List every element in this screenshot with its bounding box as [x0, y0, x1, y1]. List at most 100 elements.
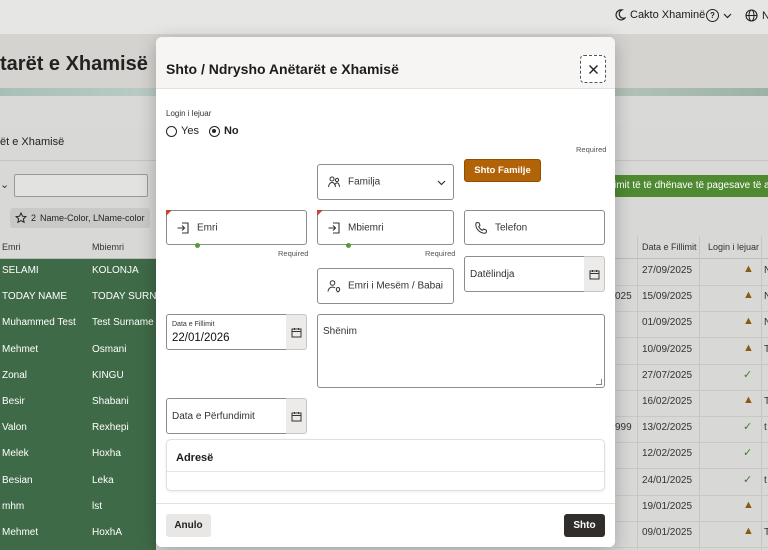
cell-first-name: TODAY NAME	[2, 291, 68, 303]
cell-start-date: 19/01/2025	[642, 500, 693, 512]
calendar-icon	[291, 327, 301, 337]
language-menu[interactable]: N	[745, 9, 768, 22]
dialog-header: Shto / Ndrysho Anëtarët e Xhamisë	[156, 37, 615, 89]
add-family-button[interactable]: Shto Familje	[464, 159, 541, 182]
login-allowed-label: Login i lejuar	[166, 109, 212, 118]
cell-tail: N	[764, 317, 768, 329]
cell-start-date: 09/01/2025	[642, 527, 693, 538]
chevron-down-icon	[723, 13, 732, 19]
close-button[interactable]	[580, 55, 606, 83]
save-button[interactable]: Shto	[564, 514, 605, 537]
cell-first-name: Melek	[2, 448, 29, 460]
dialog-footer: Anulo Shto	[156, 503, 615, 547]
phone-icon	[475, 221, 488, 234]
radio-yes[interactable]	[166, 125, 177, 137]
check-icon: ✓	[743, 473, 753, 486]
member-dialog: Shto / Ndrysho Anëtarët e Xhamisë Login …	[156, 37, 615, 547]
warning-icon: ▲	[743, 289, 754, 302]
cancel-button[interactable]: Anulo	[166, 514, 211, 537]
mosque-selector-label: Cakto Xhaminë	[630, 9, 706, 21]
cell-first-name: Muhammed Test	[2, 317, 76, 329]
moon-icon	[615, 9, 626, 21]
cell-first-name: Besir	[2, 396, 25, 407]
column-chevron-icon[interactable]: ⌄	[0, 178, 9, 191]
cell-tail: T	[764, 396, 768, 407]
radio-no-label[interactable]: No	[224, 125, 239, 137]
cell-last-name: Shabani	[92, 396, 129, 407]
start-date-field[interactable]: Data e Fillimit 22/01/2026	[166, 314, 307, 350]
check-icon: ✓	[743, 368, 753, 381]
emri-label: Emri	[197, 222, 218, 233]
warning-icon: ▲	[743, 394, 754, 406]
end-date-field[interactable]: Data e Përfundimit	[166, 398, 307, 434]
cell-last-name: KOLONJA	[92, 265, 139, 276]
address-divider	[167, 471, 604, 472]
filter-chip[interactable]: 2 Name-Color, LName-color	[10, 208, 150, 228]
login-radio-group: Yes No	[166, 125, 245, 137]
cell-start-date: 15/09/2025	[642, 291, 693, 303]
warning-icon: ▲	[743, 525, 754, 537]
payment-data-button[interactable]: imit të të dhënave të pagesave të anë	[608, 175, 768, 197]
required-hint: Required	[576, 145, 607, 154]
cell-tail: t	[764, 474, 767, 486]
top-bar: Cakto Xhaminë ? N	[0, 0, 768, 34]
emri-field[interactable]: Emri	[166, 210, 307, 245]
telefon-label: Telefon	[495, 222, 528, 233]
datelindja-input[interactable]: Datëlindja	[464, 256, 585, 292]
mbiemri-field[interactable]: Mbiemri	[317, 210, 454, 245]
end-date-input[interactable]: Data e Përfundimit	[166, 398, 287, 434]
cell-extra: 025	[615, 291, 632, 303]
cell-tail: N	[764, 291, 768, 303]
search-input[interactable]	[14, 174, 148, 197]
cell-last-name: Hoxha	[92, 448, 121, 460]
resize-handle[interactable]	[596, 379, 602, 385]
check-icon: ✓	[743, 421, 753, 434]
cell-last-name: Leka	[92, 474, 114, 486]
cell-last-name: KINGU	[92, 369, 124, 381]
telefon-field[interactable]: Telefon	[464, 210, 605, 245]
end-date-calendar-button[interactable]	[286, 398, 307, 434]
cell-start-date: 12/02/2025	[642, 448, 693, 460]
region-title: ët e Xhamisë	[0, 136, 65, 148]
sign-in-icon	[328, 221, 340, 234]
cell-tail: T	[764, 343, 768, 355]
cell-first-name: Besian	[2, 474, 33, 486]
cell-tail: t	[764, 422, 767, 434]
column-header-data-fillimit[interactable]: Data e Fillimit	[642, 236, 697, 258]
familja-select[interactable]: Familja	[317, 164, 454, 200]
datelindja-calendar-button[interactable]	[584, 256, 605, 292]
start-date-input[interactable]: Data e Fillimit 22/01/2026	[166, 314, 287, 350]
cell-extra: 999	[615, 422, 632, 434]
column-header-emri[interactable]: Emri	[2, 236, 21, 258]
sign-in-icon	[177, 221, 189, 234]
radio-no[interactable]	[208, 125, 220, 137]
help-icon: ?	[706, 9, 719, 22]
radio-yes-label[interactable]: Yes	[181, 125, 199, 137]
check-icon: ✓	[743, 447, 753, 460]
column-header-login[interactable]: Login i lejuar	[708, 236, 759, 258]
user-pin-icon	[327, 280, 341, 293]
warning-icon: ▲	[743, 315, 754, 328]
start-date-label: Data e Fillimit	[172, 321, 215, 328]
warning-icon: ▲	[743, 498, 754, 511]
chevron-down-icon	[437, 180, 446, 186]
help-menu[interactable]: ?	[706, 9, 732, 22]
cell-last-name: Rexhepi	[92, 422, 129, 434]
column-header-mbiemri[interactable]: Mbiemri	[92, 236, 124, 258]
warning-icon: ▲	[743, 263, 754, 275]
family-icon	[328, 176, 340, 188]
required-hint: Required	[425, 249, 456, 258]
calendar-icon	[291, 411, 301, 421]
calendar-icon	[589, 269, 599, 279]
note-textarea[interactable]: Shënim	[317, 314, 605, 388]
close-icon	[588, 64, 598, 74]
mbiemri-label: Mbiemri	[348, 222, 384, 233]
cell-last-name: Osmani	[92, 343, 127, 355]
cell-start-date: 27/09/2025	[642, 265, 693, 276]
familja-label: Familja	[348, 176, 381, 188]
mosque-selector[interactable]: Cakto Xhaminë	[614, 9, 705, 21]
note-label: Shënim	[323, 326, 357, 337]
father-name-field[interactable]: Emri i Mesëm / Babai	[317, 268, 454, 304]
start-date-calendar-button[interactable]	[286, 314, 307, 350]
datelindja-field[interactable]: Datëlindja	[464, 256, 605, 292]
